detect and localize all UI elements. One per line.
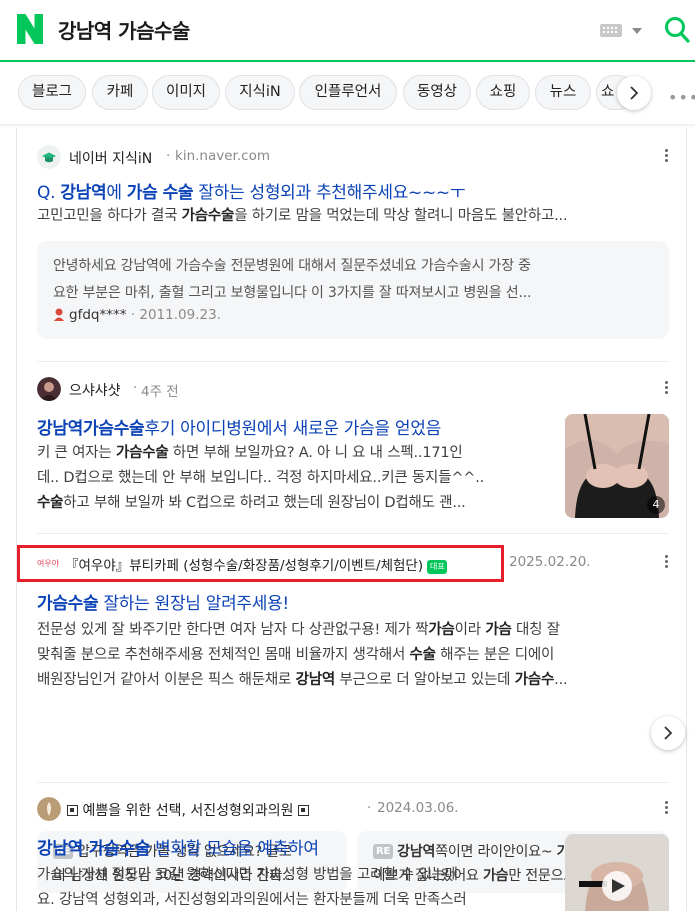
naver-logo[interactable] — [17, 14, 43, 44]
results-card: 네이버 지식iN · kin.naver.com Q. 강남역에 가슴 수술 잘… — [16, 128, 687, 911]
more-icon[interactable]: ••• — [668, 88, 695, 107]
result-thumbnail[interactable]: 4 — [565, 414, 669, 518]
image-count-badge: 4 — [647, 496, 665, 514]
result-title[interactable]: 강남역 가슴수술 변화할 모습을 예측하여 — [37, 834, 319, 859]
tab-shopping[interactable]: 쇼핑 — [476, 75, 530, 110]
source-time: 4주 전 — [141, 384, 179, 400]
result-source[interactable]: 으샤샤샷 · 4주 전 — [37, 377, 669, 401]
source-separator: · — [133, 380, 138, 396]
answer-text: 안녕하세요 강남역에 가슴수술 전문병원에 대해서 질문주셨네요 가슴수술시 가… — [53, 258, 532, 301]
source-name[interactable]: 네이버 지식iN — [69, 148, 152, 168]
source-date: 2024.03.06. — [377, 800, 459, 816]
divider — [37, 361, 669, 362]
divider — [37, 782, 669, 783]
source-separator: · — [166, 148, 171, 164]
source-name[interactable]: 예쁨을 위한 선택, 서진성형외과의원 — [67, 800, 309, 820]
user-icon — [54, 308, 64, 321]
category-tabs: 블로그 카페 이미지 지식iN 인플루언서 동영상 쇼핑 뉴스 쇼 ••• — [0, 62, 695, 124]
result-description: 키 큰 여자는 가슴수술 하면 부해 보일까요? A. 아 니 요 내 스펙..… — [37, 445, 485, 511]
source-name[interactable]: 으샤샤샷 — [69, 380, 121, 400]
result-description: 고민고민을 하다가 결국 가슴수술을 하기로 맘을 먹었는데 막상 할려니 마음… — [37, 208, 568, 224]
search-header: 강남역 가슴수술 — [0, 0, 695, 62]
result-source[interactable]: 네이버 지식iN · kin.naver.com — [37, 145, 669, 169]
avatar — [37, 377, 61, 401]
more-options-icon[interactable] — [665, 149, 669, 163]
chevron-right-icon — [630, 86, 639, 100]
tab-cafe[interactable]: 카페 — [92, 75, 148, 110]
replies-next-button[interactable] — [651, 716, 685, 750]
chevron-down-icon[interactable] — [632, 28, 642, 34]
search-query[interactable]: 강남역 가슴수술 — [58, 15, 190, 44]
tab-blog[interactable]: 블로그 — [18, 75, 86, 110]
answer-author: gfdq**** · 2011.09.23. — [53, 307, 221, 323]
square-icon — [67, 805, 78, 816]
source-url: kin.naver.com — [175, 148, 270, 164]
jisikin-icon — [37, 145, 61, 169]
search-icon[interactable] — [664, 16, 690, 44]
more-options-icon[interactable] — [665, 801, 669, 815]
chevron-right-icon — [664, 726, 673, 740]
tabs-next-button[interactable] — [617, 76, 651, 110]
result-title[interactable]: Q. 강남역에 가슴 수술 잘하는 성형외과 추천해주세요~~~ㅜ — [37, 178, 465, 203]
more-options-icon[interactable] — [665, 555, 669, 569]
result-thumbnail[interactable] — [565, 834, 669, 911]
result-description: 전문성 있게 잘 봐주기만 한다면 여자 남자 다 상관없구용! 제가 짝가슴이… — [37, 622, 568, 688]
result-title[interactable]: 강남역가슴수술후기 아이디병원에서 새로운 가슴을 얻었음 — [37, 414, 441, 439]
tab-influencer[interactable]: 인플루언서 — [299, 75, 397, 110]
answer-preview[interactable]: 안녕하세요 강남역에 가슴수술 전문병원에 대해서 질문주셨네요 가슴수술시 가… — [37, 241, 669, 339]
result-title[interactable]: 가슴수술 잘하는 원장님 알려주세용! — [37, 589, 289, 614]
source-separator: · — [367, 800, 372, 816]
tab-jisikin[interactable]: 지식iN — [225, 75, 295, 110]
square-icon — [297, 805, 309, 816]
keyboard-icon[interactable] — [600, 24, 622, 37]
result-description: 가슴의 개선 정도가 크길 원하신다면 가슴성형 방법을 고려할 수 있는데 요… — [37, 867, 467, 908]
tab-images[interactable]: 이미지 — [152, 75, 220, 110]
tab-video[interactable]: 동영상 — [403, 75, 471, 110]
source-date: 2025.02.20. — [509, 554, 591, 570]
clinic-logo — [37, 797, 61, 821]
tab-news[interactable]: 뉴스 — [535, 75, 591, 110]
result-source[interactable]: 예쁨을 위한 선택, 서진성형외과의원 · 2024.03.06. — [37, 797, 669, 821]
highlight-box — [17, 545, 504, 582]
divider — [37, 533, 669, 534]
video-thumbnail — [565, 834, 669, 911]
more-options-icon[interactable] — [665, 381, 669, 395]
